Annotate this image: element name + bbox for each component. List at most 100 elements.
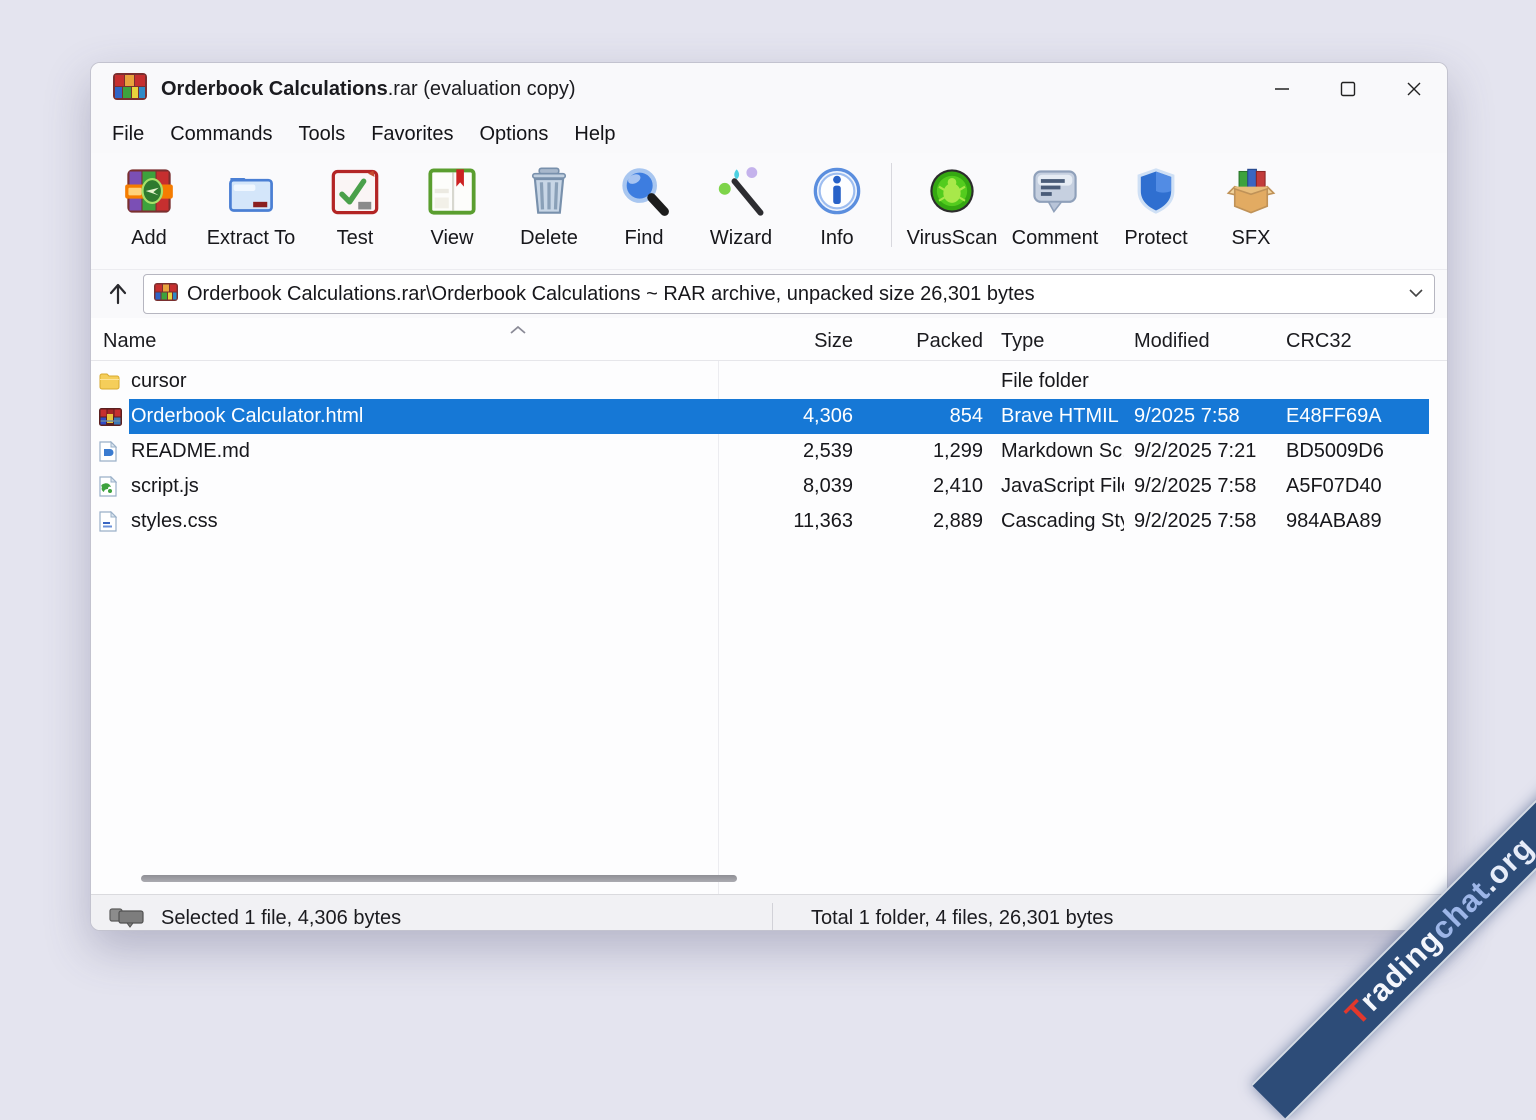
file-packed: 2,889 bbox=[861, 510, 991, 533]
comment-bubble-icon bbox=[1027, 163, 1083, 219]
add-button[interactable]: Add bbox=[103, 159, 195, 250]
delete-button[interactable]: Delete bbox=[501, 159, 597, 250]
file-packed: 1,299 bbox=[861, 440, 991, 463]
title-bar: Orderbook Calculations.rar (evaluation c… bbox=[91, 63, 1447, 115]
column-header-name[interactable]: Name bbox=[99, 330, 719, 360]
toolbar-label: Delete bbox=[520, 227, 578, 250]
rar-file-icon bbox=[99, 408, 123, 426]
virus-scan-icon bbox=[924, 163, 980, 219]
file-crc32: E48FF69A bbox=[1276, 405, 1427, 428]
css-file-icon bbox=[99, 511, 123, 532]
file-name: styles.css bbox=[131, 510, 218, 533]
winrar-app-icon bbox=[113, 73, 147, 105]
file-type: Cascading Sty bbox=[991, 510, 1124, 533]
toolbar-label: Test bbox=[337, 227, 374, 250]
toolbar: Add Extract To bbox=[91, 153, 1447, 270]
toolbar-label: View bbox=[431, 227, 474, 250]
chevron-down-icon[interactable] bbox=[1408, 285, 1424, 303]
file-size: 4,306 bbox=[719, 405, 861, 428]
horizontal-scrollbar-thumb[interactable] bbox=[141, 875, 737, 882]
column-header-type[interactable]: Type bbox=[991, 330, 1124, 360]
window-controls bbox=[1249, 63, 1447, 115]
toolbar-label: SFX bbox=[1232, 227, 1271, 250]
up-directory-button[interactable] bbox=[99, 276, 137, 312]
menu-bar: File Commands Tools Favorites Options He… bbox=[91, 115, 1447, 153]
view-book-icon bbox=[424, 163, 480, 219]
file-modified: 9/2/2025 7:58 bbox=[1124, 475, 1276, 498]
column-header-row: Name Size Packed Type Modified CRC32 bbox=[91, 318, 1447, 361]
file-row-readme-md[interactable]: README.md 2,539 1,299 Markdown Sc. 9/2/2… bbox=[99, 434, 1429, 469]
file-list: cursor File folder bbox=[91, 361, 1447, 894]
extract-folder-icon bbox=[223, 163, 279, 219]
toolbar-label: Protect bbox=[1124, 227, 1187, 250]
file-row-cursor[interactable]: cursor File folder bbox=[99, 364, 1429, 399]
file-crc32: BD5009D6 bbox=[1276, 440, 1427, 463]
menu-favorites[interactable]: Favorites bbox=[358, 123, 466, 146]
sort-ascending-icon bbox=[509, 321, 527, 339]
protect-button[interactable]: Protect bbox=[1106, 159, 1206, 250]
toolbar-label: Comment bbox=[1012, 227, 1099, 250]
column-header-crc32[interactable]: CRC32 bbox=[1276, 330, 1427, 360]
file-modified: 9/2025 7:58 bbox=[1124, 405, 1276, 428]
file-packed: 2,410 bbox=[861, 475, 991, 498]
file-packed: 854 bbox=[861, 405, 991, 428]
column-header-modified[interactable]: Modified bbox=[1124, 330, 1276, 360]
disk-key-icon bbox=[109, 904, 145, 932]
file-modified: 9/2/2025 7:58 bbox=[1124, 510, 1276, 533]
extract-to-button[interactable]: Extract To bbox=[195, 159, 307, 250]
protect-shield-icon bbox=[1128, 163, 1184, 219]
file-type: Markdown Sc. bbox=[991, 440, 1124, 463]
file-modified: 9/2/2025 7:21 bbox=[1124, 440, 1276, 463]
toolbar-label: Wizard bbox=[710, 227, 772, 250]
column-header-packed[interactable]: Packed bbox=[861, 330, 991, 360]
markdown-file-icon bbox=[99, 441, 123, 462]
add-archive-icon bbox=[121, 163, 177, 219]
menu-tools[interactable]: Tools bbox=[286, 123, 359, 146]
winrar-window: Orderbook Calculations.rar (evaluation c… bbox=[90, 62, 1448, 931]
view-button[interactable]: View bbox=[403, 159, 501, 250]
file-name: README.md bbox=[131, 440, 250, 463]
toolbar-separator bbox=[891, 163, 892, 247]
file-row-script-js[interactable]: script.js 8,039 2,410 JavaScript File 9/… bbox=[99, 469, 1429, 504]
toolbar-label: VirusScan bbox=[907, 227, 998, 250]
comment-button[interactable]: Comment bbox=[1004, 159, 1106, 250]
virusscan-button[interactable]: VirusScan bbox=[900, 159, 1004, 250]
test-button[interactable]: Test bbox=[307, 159, 403, 250]
find-button[interactable]: Find bbox=[597, 159, 691, 250]
file-type: JavaScript File bbox=[991, 475, 1124, 498]
file-row-orderbook-calculator-html[interactable]: Orderbook Calculator.html 4,306 854 Brav… bbox=[99, 399, 1429, 434]
toolbar-label: Info bbox=[820, 227, 853, 250]
file-name: Orderbook Calculator.html bbox=[131, 405, 363, 428]
close-button[interactable] bbox=[1381, 63, 1447, 115]
sfx-button[interactable]: SFX bbox=[1206, 159, 1296, 250]
rar-archive-icon bbox=[154, 283, 178, 306]
info-button[interactable]: Info bbox=[791, 159, 883, 250]
test-checkmark-icon bbox=[327, 163, 383, 219]
watermark-text-part: rading bbox=[1353, 922, 1450, 1019]
sfx-box-icon bbox=[1223, 163, 1279, 219]
status-bar: Selected 1 file, 4,306 bytes Total 1 fol… bbox=[91, 894, 1447, 931]
maximize-button[interactable] bbox=[1315, 63, 1381, 115]
address-row: Orderbook Calculations.rar\Orderbook Cal… bbox=[91, 270, 1447, 318]
window-title: Orderbook Calculations.rar (evaluation c… bbox=[161, 78, 576, 101]
file-size: 2,539 bbox=[719, 440, 861, 463]
menu-options[interactable]: Options bbox=[466, 123, 561, 146]
wizard-wand-icon bbox=[713, 163, 769, 219]
address-bar[interactable]: Orderbook Calculations.rar\Orderbook Cal… bbox=[143, 274, 1435, 314]
minimize-button[interactable] bbox=[1249, 63, 1315, 115]
file-name: cursor bbox=[131, 370, 187, 393]
file-row-styles-css[interactable]: styles.css 11,363 2,889 Cascading Sty 98… bbox=[99, 504, 1429, 539]
file-type: File folder bbox=[991, 370, 1124, 393]
menu-help[interactable]: Help bbox=[561, 123, 628, 146]
file-size: 11,363 bbox=[719, 510, 861, 533]
wizard-button[interactable]: Wizard bbox=[691, 159, 791, 250]
file-crc32: A5F07D40 bbox=[1276, 475, 1427, 498]
toolbar-label: Extract To bbox=[207, 227, 296, 250]
menu-file[interactable]: File bbox=[99, 123, 157, 146]
selection-summary: Selected 1 file, 4,306 bytes bbox=[161, 907, 401, 930]
window-title-name: Orderbook Calculations bbox=[161, 78, 388, 100]
column-header-size[interactable]: Size bbox=[719, 330, 861, 360]
file-type: Brave HTMIL bbox=[991, 405, 1124, 428]
toolbar-label: Find bbox=[625, 227, 664, 250]
menu-commands[interactable]: Commands bbox=[157, 123, 285, 146]
